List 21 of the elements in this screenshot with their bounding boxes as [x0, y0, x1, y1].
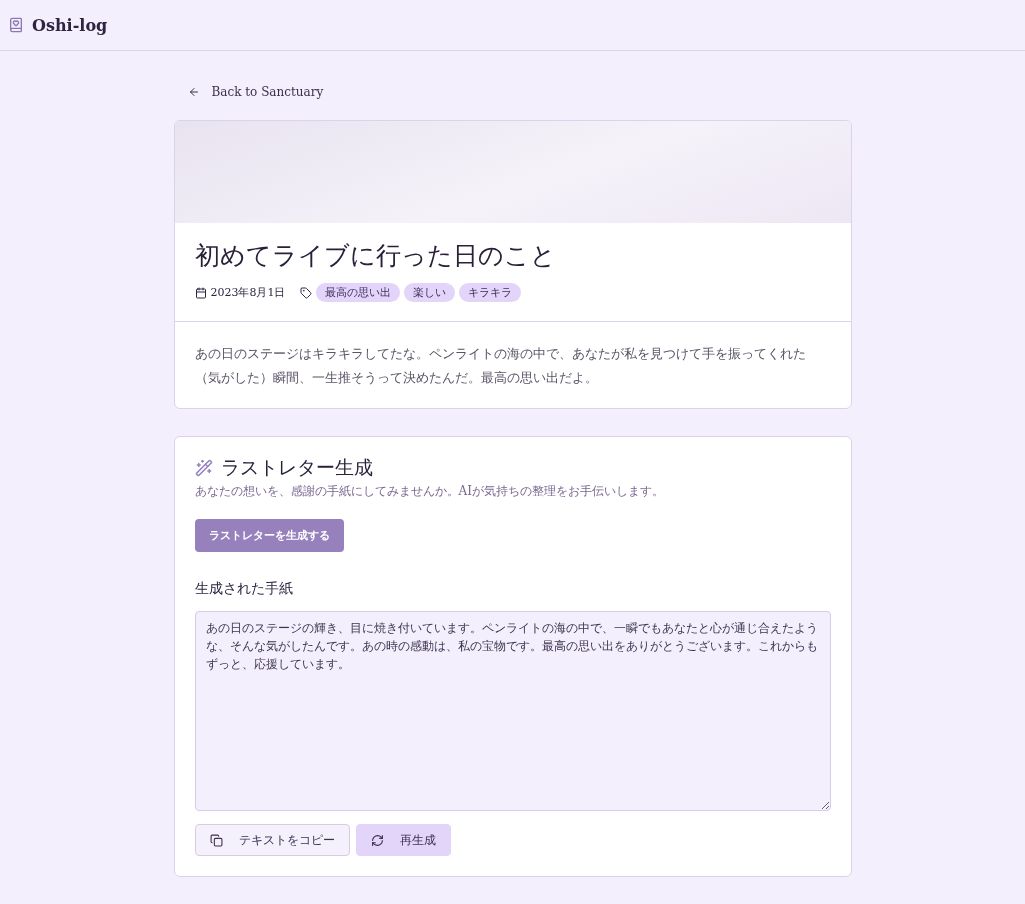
entry-body: あの日のステージはキラキラしてたな。ペンライトの海の中で、あなたが私を見つけて手を振ってくれた（気がした）瞬間、一生推そうって決めたんだ。最高の思い出だよ。	[193, 345, 807, 387]
copy-button[interactable]: テキストをコピー	[194, 824, 350, 856]
entry-title: 初めてライブに行った日のこと	[194, 240, 557, 272]
tag-pill: 楽しい	[403, 283, 455, 302]
arrow-left-icon	[187, 86, 200, 98]
regenerate-button[interactable]: 再生成	[355, 824, 451, 856]
result-heading: 生成された手紙	[194, 580, 294, 598]
back-link[interactable]: Back to Sanctuary	[173, 81, 338, 103]
refresh-icon	[370, 833, 384, 847]
section-title: ラストレター生成	[220, 455, 373, 480]
copy-icon	[209, 833, 223, 847]
tag-icon	[299, 286, 312, 299]
calendar-icon	[194, 286, 207, 299]
letter-text-area[interactable]: あの日のステージの輝き、目に焼き付いています。ペンライトの海の中で、一瞬でもあなたと心が通じ合えたような、そんな気がしたんです。あの時の感動は、私の宝物です。最高の思い出をありがとうございます。これからもずっと、応援しています。	[194, 611, 831, 811]
section-subtitle: あなたの想いを、感謝の手紙にしてみませんか。AIが気持ちの整理をお手伝いします。	[194, 483, 665, 500]
book-heart-icon	[8, 17, 24, 33]
magic-wand-icon	[194, 459, 213, 477]
app-title: Oshi-log	[32, 15, 108, 35]
tag-pill: キラキラ	[458, 283, 521, 302]
tag-pill: 最高の思い出	[315, 283, 400, 302]
entry-date: 2023年8月1日	[210, 285, 286, 300]
